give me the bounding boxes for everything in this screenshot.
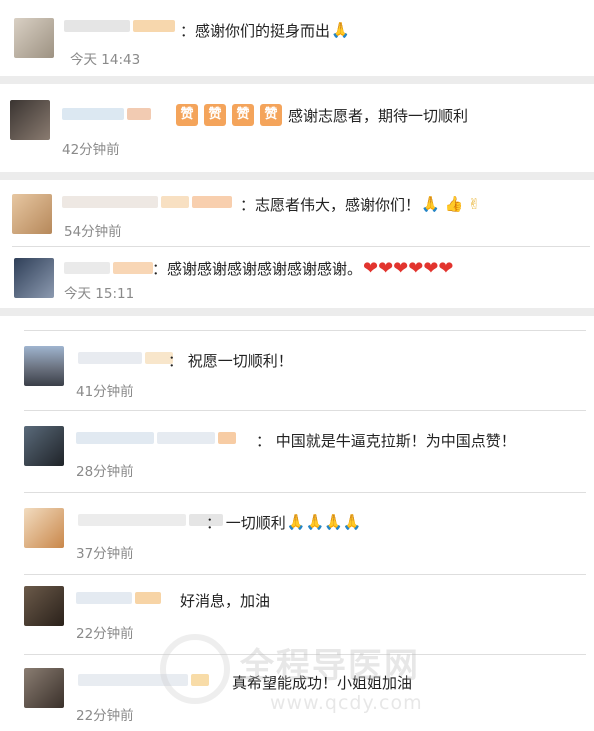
- avatar[interactable]: [24, 668, 64, 708]
- avatar[interactable]: [24, 586, 64, 626]
- divider: [24, 654, 586, 655]
- comment-body: ：感谢感谢感谢感谢感谢感谢。: [152, 260, 363, 278]
- divider: [24, 330, 586, 331]
- pray-emoji-icons: 🙏🙏🙏🙏: [286, 513, 362, 531]
- comment-item[interactable]: 赞 赞 赞 赞 感谢志愿者，期待一切顺利 42分钟前: [0, 84, 594, 172]
- comment-body: ： 中国就是牛逼克拉斯！为中国点赞！: [256, 432, 516, 450]
- comment-time: 42分钟前: [62, 142, 120, 158]
- comment-item[interactable]: ：感谢你们的挺身而出 🙏 今天 14:43: [0, 0, 594, 76]
- comment-body: 感谢志愿者，期待一切顺利: [288, 106, 469, 125]
- comment-text: ： 祝愿一切顺利！: [168, 350, 293, 371]
- comment-text: ：志愿者伟大，感谢你们！ 🙏 👍 ✌: [240, 194, 480, 215]
- comment-time: 今天 14:43: [70, 52, 141, 68]
- comment-card-1: ：感谢你们的挺身而出 🙏 今天 14:43: [0, 0, 594, 76]
- username-blurred[interactable]: [78, 672, 209, 688]
- avatar[interactable]: [10, 100, 50, 140]
- comment-card-4: ： 祝愿一切顺利！ 41分钟前 ： 中国就是牛逼克拉斯！为中国点赞！ 28分钟前…: [0, 316, 594, 731]
- divider: [24, 410, 586, 411]
- divider: [24, 574, 586, 575]
- comment-text: ：感谢你们的挺身而出 🙏: [180, 20, 350, 41]
- comment-card-2: 赞 赞 赞 赞 感谢志愿者，期待一切顺利 42分钟前: [0, 84, 594, 172]
- username-blurred[interactable]: [64, 260, 153, 276]
- comment-item[interactable]: ： 中国就是牛逼克拉斯！为中国点赞！ 28分钟前: [0, 412, 594, 494]
- comment-body: ：志愿者伟大，感谢你们！: [240, 196, 421, 214]
- comment-body: 真希望能成功！小姐姐加油: [232, 674, 413, 692]
- username-blurred[interactable]: [64, 18, 175, 34]
- zan-badge-icon: 赞: [232, 104, 254, 126]
- username-blurred[interactable]: [78, 350, 173, 366]
- comment-text: 赞 赞 赞 赞 感谢志愿者，期待一切顺利: [176, 104, 468, 126]
- comment-item[interactable]: 好消息，加油 22分钟前: [0, 576, 594, 656]
- zan-badge-icon: 赞: [176, 104, 198, 126]
- avatar[interactable]: [12, 194, 52, 234]
- comment-body: ： 祝愿一切顺利！: [168, 352, 293, 370]
- username-blurred[interactable]: [78, 512, 223, 528]
- avatar[interactable]: [14, 258, 54, 298]
- heart-emoji-icons: ❤❤❤❤❤❤: [363, 257, 454, 279]
- comment-time: 41分钟前: [76, 384, 134, 400]
- comment-item[interactable]: 真希望能成功！小姐姐加油 22分钟前: [0, 656, 594, 731]
- comment-time: 今天 15:11: [64, 286, 135, 302]
- comment-text: ： 中国就是牛逼克拉斯！为中国点赞！: [256, 430, 516, 451]
- comment-item[interactable]: ： 一切顺利 🙏🙏🙏🙏 37分钟前: [0, 494, 594, 576]
- username-blurred[interactable]: [76, 430, 236, 446]
- avatar[interactable]: [24, 426, 64, 466]
- username-blurred[interactable]: [62, 106, 151, 122]
- username-blurred[interactable]: [62, 194, 232, 210]
- comment-body: 好消息，加油: [180, 592, 271, 610]
- comment-item[interactable]: ：感谢感谢感谢感谢感谢感谢。 ❤❤❤❤❤❤ 今天 15:11: [0, 246, 594, 308]
- comment-text: 真希望能成功！小姐姐加油: [232, 672, 412, 693]
- zan-badge-icon: 赞: [260, 104, 282, 126]
- comment-body: ：感谢你们的挺身而出: [180, 22, 331, 40]
- comment-time: 22分钟前: [76, 626, 134, 642]
- comment-text: 好消息，加油: [180, 590, 270, 611]
- comment-time: 28分钟前: [76, 464, 134, 480]
- comment-card-3: ：志愿者伟大，感谢你们！ 🙏 👍 ✌ 54分钟前 ：感谢感谢感谢感谢感谢感谢。 …: [0, 180, 594, 308]
- divider: [24, 492, 586, 493]
- comment-time: 22分钟前: [76, 708, 134, 724]
- pray-thumb-victory-emoji-icons: 🙏 👍 ✌: [421, 195, 481, 213]
- avatar[interactable]: [24, 346, 64, 386]
- comment-time: 37分钟前: [76, 546, 134, 562]
- comment-text: ：感谢感谢感谢感谢感谢感谢。 ❤❤❤❤❤❤: [152, 258, 454, 279]
- comment-item[interactable]: ：志愿者伟大，感谢你们！ 🙏 👍 ✌ 54分钟前: [0, 180, 594, 244]
- username-blurred[interactable]: [76, 590, 161, 606]
- comment-body: ： 一切顺利: [206, 514, 286, 532]
- zan-badge-icon: 赞: [204, 104, 226, 126]
- avatar[interactable]: [24, 508, 64, 548]
- avatar[interactable]: [14, 18, 54, 58]
- comment-text: ： 一切顺利 🙏🙏🙏🙏: [206, 512, 362, 533]
- pray-emoji-icon: 🙏: [331, 21, 350, 39]
- comment-item[interactable]: ： 祝愿一切顺利！ 41分钟前: [0, 332, 594, 412]
- comment-time: 54分钟前: [64, 224, 122, 240]
